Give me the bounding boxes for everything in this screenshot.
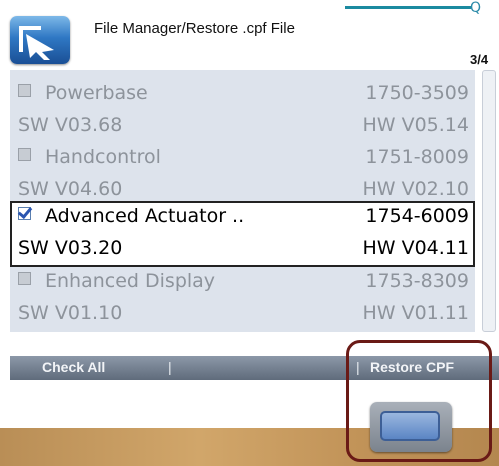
list-item-versions: SW V03.68 HW V05.14 (10, 110, 475, 142)
file-manager-app-icon (10, 16, 70, 64)
screen: File Manager/Restore .cpf File Q 3/4 Pow… (0, 0, 499, 466)
sw-version: SW V01.10 (18, 302, 123, 324)
checkbox-unchecked-icon[interactable] (18, 272, 31, 285)
sw-version: SW V04.60 (18, 178, 123, 200)
device-name: Enhanced Display (45, 270, 216, 292)
check-all-button[interactable]: Check All (42, 359, 105, 375)
device-name: Handcontrol (45, 146, 161, 168)
list-item[interactable]: Handcontrol 1751-8009 (10, 142, 475, 174)
device-list: Powerbase 1750-3509 SW V03.68 HW V05.14 … (10, 70, 475, 332)
device-part-number: 1750-3509 (365, 82, 469, 104)
device-part-number: 1753-8309 (365, 270, 469, 292)
checkbox-unchecked-icon[interactable] (18, 148, 31, 161)
header: File Manager/Restore .cpf File Q 3/4 (0, 0, 499, 67)
device-name: Advanced Actuator .. (45, 205, 245, 227)
hw-version: HW V02.10 (362, 178, 469, 200)
device-part-number: 1751-8009 (365, 146, 469, 168)
list-scrollbar[interactable] (482, 70, 496, 332)
callout-highlight-frame (346, 340, 492, 462)
checkbox-checked-icon[interactable] (18, 207, 31, 220)
sw-version: SW V03.68 (18, 114, 123, 136)
device-name: Powerbase (45, 82, 148, 104)
list-item-versions: SW V03.20 HW V04.11 (10, 233, 475, 265)
page-title: File Manager/Restore .cpf File (94, 20, 295, 37)
hw-version: HW V01.11 (362, 302, 469, 324)
softkey-divider: | (168, 359, 172, 375)
checkbox-unchecked-icon[interactable] (18, 84, 31, 97)
list-item-selected[interactable]: Advanced Actuator .. 1754-6009 (10, 201, 475, 233)
list-item[interactable]: Enhanced Display 1753-8309 (10, 266, 475, 298)
list-item[interactable]: Powerbase 1750-3509 (10, 78, 475, 110)
header-accent-line (345, 6, 471, 9)
status-icon: Q (470, 0, 482, 16)
list-item-versions: SW V01.10 HW V01.11 (10, 298, 475, 330)
hw-version: HW V04.11 (362, 237, 469, 259)
sw-version: SW V03.20 (18, 237, 123, 259)
hw-version: HW V05.14 (362, 114, 469, 136)
page-indicator: 3/4 (470, 52, 489, 67)
device-part-number: 1754-6009 (365, 205, 469, 227)
